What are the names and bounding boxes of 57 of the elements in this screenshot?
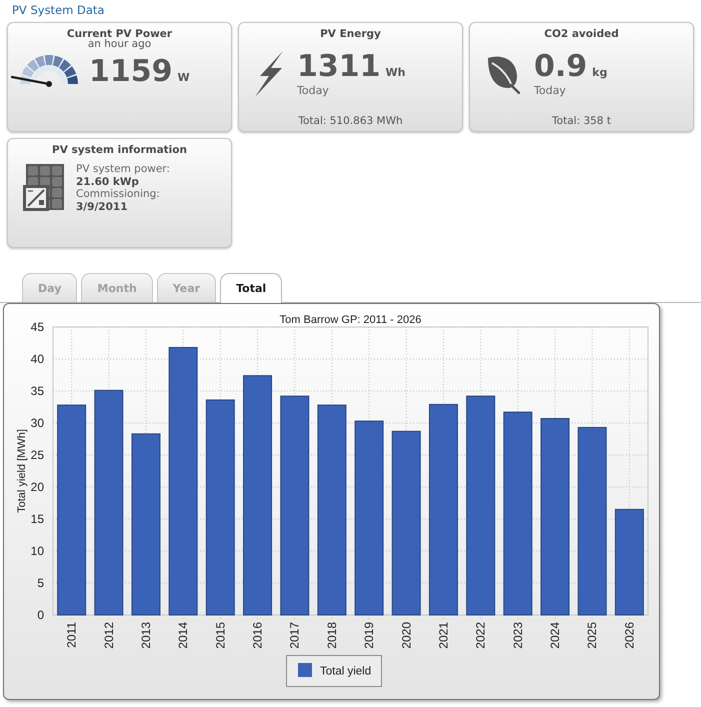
y-tick-label: 30 — [30, 416, 44, 430]
metric-unit: W — [178, 71, 190, 84]
y-tick-label: 40 — [30, 352, 44, 366]
x-tick-label: 2015 — [213, 622, 228, 649]
x-tick-label: 2021 — [436, 622, 450, 649]
solar-panel-icon — [23, 163, 64, 211]
x-tick-label: 2025 — [585, 622, 600, 649]
y-tick-label: 25 — [30, 448, 44, 462]
y-axis-label: Total yield [MWh] — [16, 429, 28, 513]
x-tick-label: 2023 — [510, 622, 525, 649]
tab[interactable]: Total — [220, 273, 282, 303]
card-title: CO2 avoided — [544, 27, 619, 41]
legend-label: Total yield — [320, 666, 372, 678]
y-tick-label: 45 — [30, 320, 44, 334]
y-tick-label: 10 — [30, 544, 44, 558]
card-title: PV system information — [52, 143, 187, 157]
card-title: Current PV Power — [66, 27, 172, 40]
x-tick-label: 2016 — [250, 622, 265, 649]
x-tick-label: 2020 — [399, 622, 414, 649]
total-label: Total: 358 t — [552, 114, 611, 128]
tab[interactable]: Day — [22, 273, 78, 302]
card-title: PV Energy — [320, 27, 381, 41]
lightning-icon — [254, 51, 284, 97]
y-tick-label: 35 — [30, 384, 44, 398]
chart-title: Tom Barrow GP: 2011 - 2026 — [280, 314, 422, 326]
metric-unit: Wh — [386, 66, 406, 79]
metric-value: 0.9 — [534, 51, 588, 83]
fact-value: 3/9/2011 — [76, 200, 128, 213]
x-tick-label: 2017 — [288, 622, 302, 649]
fact-label: PV system power: — [76, 163, 170, 176]
leaf-icon — [486, 54, 520, 94]
y-tick-label: 15 — [30, 512, 44, 526]
y-tick-label: 20 — [30, 480, 44, 494]
x-tick-label: 2022 — [474, 622, 488, 649]
tab[interactable]: Year — [156, 273, 216, 302]
y-tick-label: 5 — [37, 576, 44, 590]
x-tick-label: 2019 — [362, 622, 376, 649]
period-label: Today — [297, 84, 330, 98]
section-title: PV System Data — [11, 2, 104, 17]
y-tick-label: 0 — [37, 608, 44, 622]
period-label: Today — [534, 84, 567, 98]
tab[interactable]: Month — [81, 273, 153, 302]
gauge-icon — [11, 54, 79, 90]
x-tick-label: 2012 — [102, 622, 116, 649]
total-label: Total: 510.863 MWh — [298, 114, 403, 128]
x-tick-label: 2024 — [548, 622, 562, 649]
x-tick-label: 2018 — [324, 622, 339, 649]
card-subtitle: an hour ago — [88, 39, 152, 49]
x-tick-label: 2026 — [622, 622, 636, 649]
metric-value: 1159 — [89, 56, 172, 88]
metric-unit: kg — [592, 66, 608, 79]
x-tick-label: 2013 — [138, 622, 153, 649]
fact-value: 21.60 kWp — [76, 176, 139, 188]
fact-label: Commissioning: — [76, 188, 160, 200]
x-tick-label: 2014 — [176, 622, 190, 649]
metric-value: 1311 — [297, 51, 380, 83]
x-tick-label: 2011 — [64, 622, 79, 648]
